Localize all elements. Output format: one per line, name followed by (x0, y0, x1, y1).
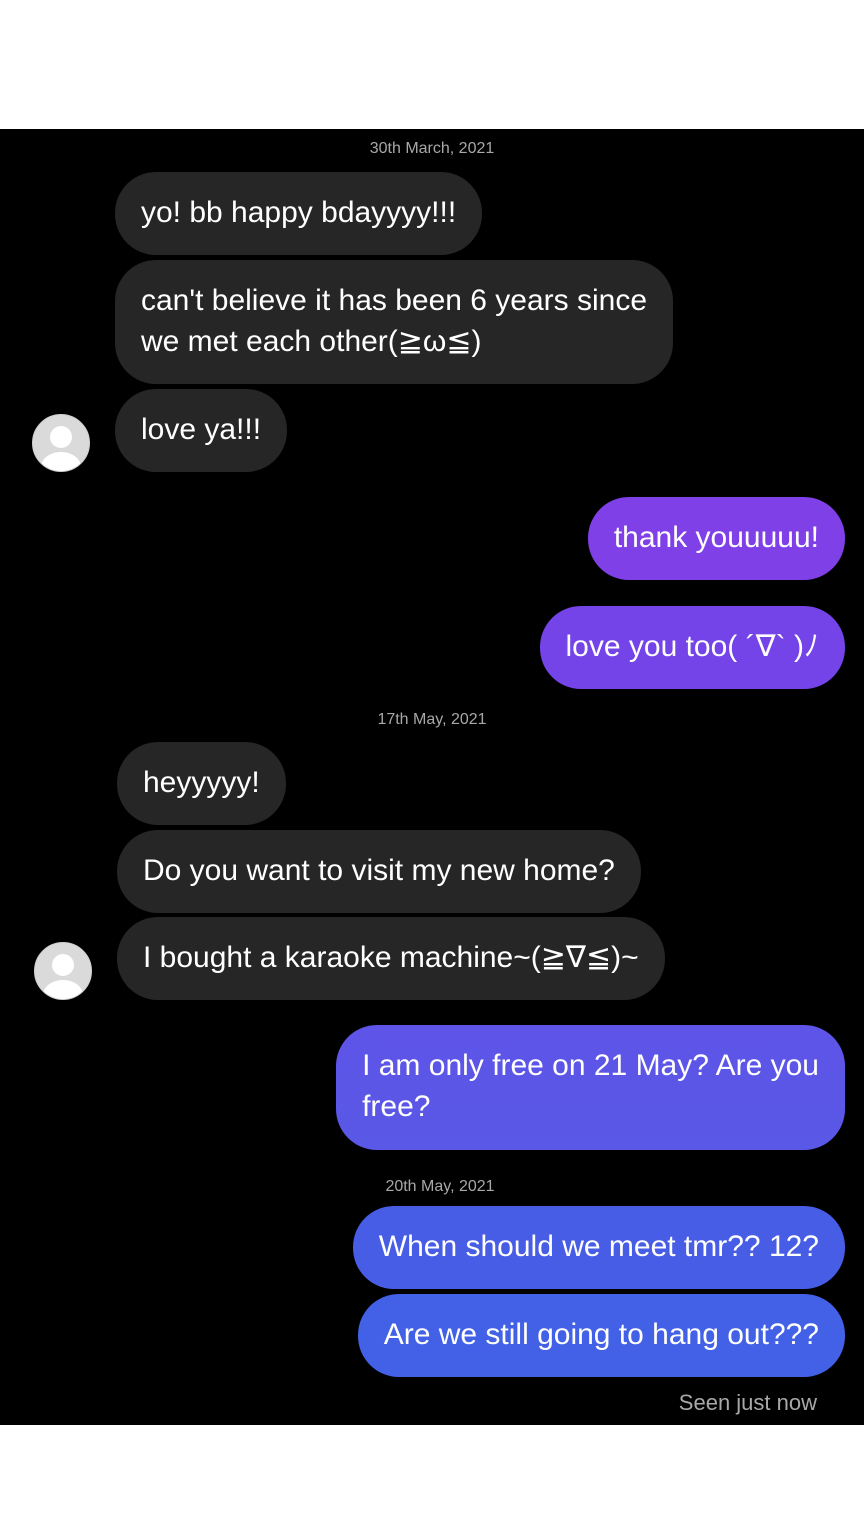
date-divider: 20th May, 2021 (385, 1178, 495, 1195)
message-text-line: free? (362, 1090, 431, 1123)
message-text: heyyyyy! (143, 766, 260, 799)
message-thread[interactable]: 30th March, 2021 yo! bb happy bdayyyy!!!… (0, 129, 864, 1425)
incoming-message[interactable]: heyyyyy! (117, 742, 286, 825)
incoming-message[interactable]: Do you want to visit my new home? (117, 830, 641, 913)
message-text: love you too( ´∇` )ﾉ (565, 630, 819, 663)
seen-status: Seen just now (678, 1390, 817, 1415)
outgoing-message[interactable]: thank youuuuu! (587, 497, 845, 580)
message-text: yo! bb happy bdayyyy!!! (141, 196, 457, 229)
message-text: Do you want to visit my new home? (143, 854, 615, 887)
outgoing-message[interactable]: love you too( ´∇` )ﾉ (539, 606, 845, 689)
incoming-message[interactable]: yo! bb happy bdayyyy!!! (115, 172, 483, 255)
message-text: I bought a karaoke machine~(≧∇≦)~ (143, 941, 639, 974)
message-text: thank youuuuu! (613, 521, 819, 554)
message-text: Are we still going to hang out??? (383, 1318, 819, 1351)
outgoing-message[interactable]: Are we still going to hang out??? (357, 1294, 845, 1377)
message-text: When should we meet tmr?? 12? (378, 1230, 819, 1263)
default-avatar-icon[interactable] (32, 414, 90, 472)
incoming-message[interactable]: love ya!!! (115, 389, 288, 472)
default-avatar-icon[interactable] (34, 942, 92, 1000)
date-divider: 30th March, 2021 (369, 140, 495, 157)
date-divider: 17th May, 2021 (377, 711, 487, 728)
message-text-line: can't believe it has been 6 years since (141, 284, 648, 317)
outgoing-message[interactable]: When should we meet tmr?? 12? (352, 1206, 845, 1289)
incoming-message[interactable]: I bought a karaoke machine~(≧∇≦)~ (117, 917, 665, 1000)
message-text: love ya!!! (141, 413, 262, 446)
message-text-line: I am only free on 21 May? Are you (362, 1049, 819, 1082)
outgoing-message[interactable]: I am only free on 21 May? Are you free? (336, 1025, 845, 1150)
message-text-line: we met each other(≧ω≦) (141, 325, 482, 358)
incoming-message[interactable]: can't believe it has been 6 years since … (115, 260, 674, 384)
